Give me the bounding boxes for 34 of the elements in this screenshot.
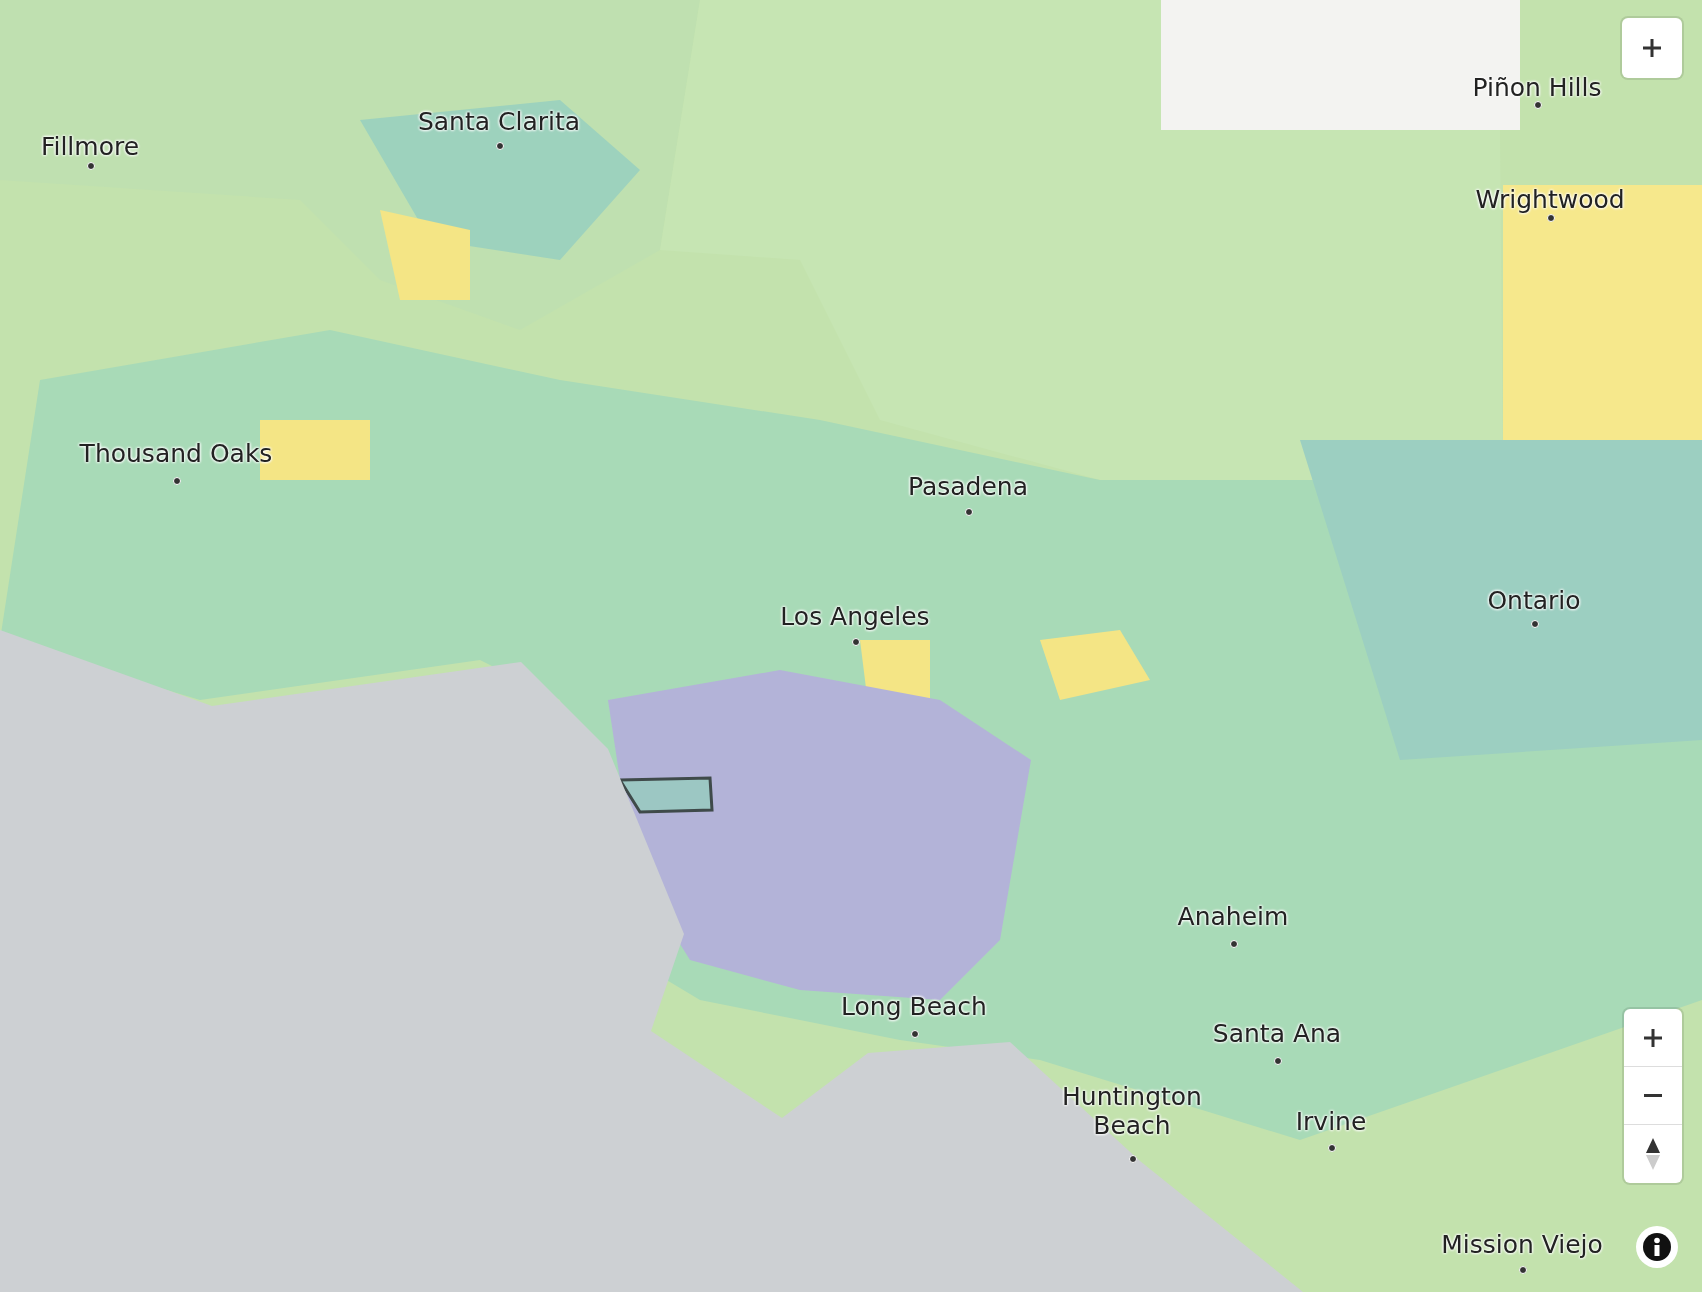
- place-label: Thousand Oaks: [79, 440, 273, 469]
- place-label: Santa Clarita: [417, 108, 581, 137]
- place-dot-icon: [911, 1030, 919, 1038]
- place-label: Long Beach: [841, 993, 987, 1022]
- place-label: Mission Viejo: [1441, 1231, 1603, 1260]
- place-dot-icon: [496, 142, 504, 150]
- place-dot-icon: [173, 477, 181, 485]
- place-dot-icon: [1519, 1266, 1527, 1274]
- minus-icon: [1644, 1094, 1662, 1097]
- place-dot-icon: [965, 508, 973, 516]
- info-icon: [1642, 1232, 1672, 1262]
- place-label: Ontario: [1487, 587, 1581, 616]
- place-dot-icon: [1531, 620, 1539, 628]
- plus-icon: [1641, 37, 1663, 59]
- compass-icon: [1645, 1137, 1661, 1171]
- expand-button[interactable]: [1622, 18, 1682, 78]
- place-dot-icon: [1274, 1057, 1282, 1065]
- place-dot-icon: [852, 638, 860, 646]
- place-dot-icon: [87, 162, 95, 170]
- place-label: Los Angeles: [780, 603, 930, 632]
- place-label: Irvine: [1295, 1108, 1367, 1137]
- place-dot-icon: [1328, 1144, 1336, 1152]
- place-dot-icon: [1534, 101, 1542, 109]
- place-label: Santa Ana: [1212, 1020, 1342, 1049]
- place-label: Anaheim: [1177, 903, 1289, 932]
- place-label: Wrightwood: [1475, 186, 1625, 215]
- place-dot-icon: [1547, 214, 1555, 222]
- place-label: Piñon Hills: [1472, 74, 1602, 103]
- place-dot-icon: [1129, 1155, 1137, 1163]
- plus-icon: [1642, 1026, 1664, 1049]
- place-label: Fillmore: [40, 133, 140, 162]
- place-label: Huntington Beach: [1061, 1083, 1203, 1141]
- place-label: Pasadena: [908, 473, 1028, 502]
- place-dot-icon: [1230, 940, 1238, 948]
